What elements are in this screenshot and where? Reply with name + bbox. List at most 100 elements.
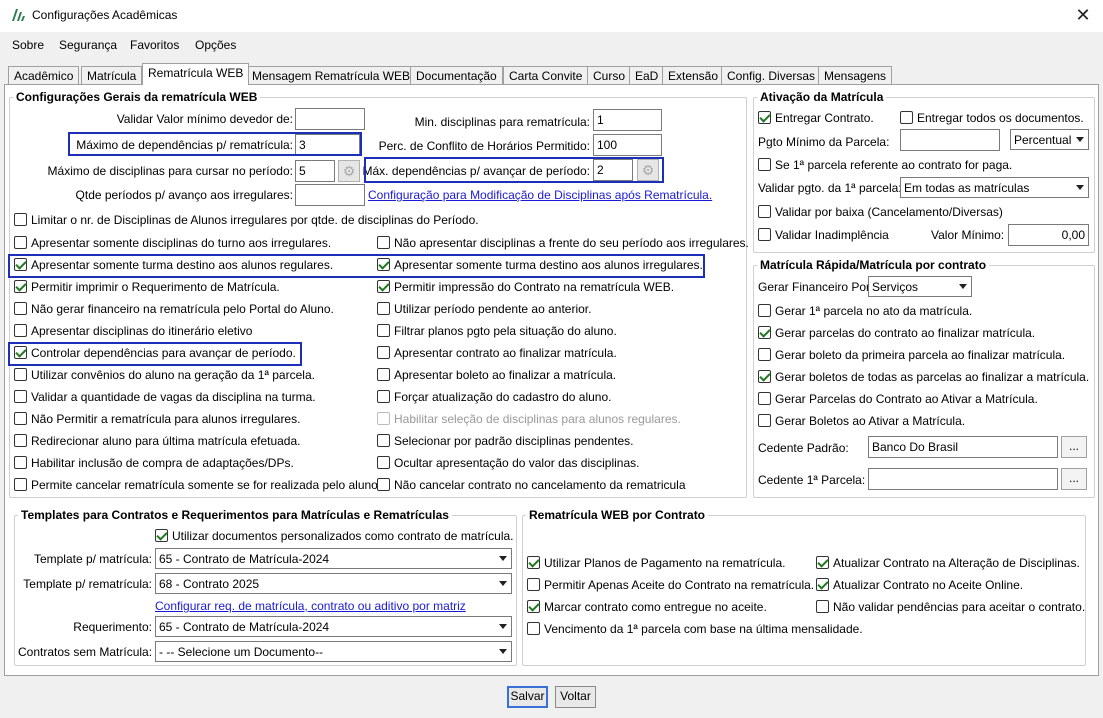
gerar-financeiro-select[interactable]: Serviços <box>868 276 972 297</box>
geral-left-checkbox-permite-cancelar-rematricula-somente-se-[interactable] <box>14 478 27 491</box>
salvar-button[interactable]: Salvar <box>507 686 548 708</box>
highlight-max-dependencias <box>68 132 362 156</box>
contrato-left-label-utilizar-planos-de-pagamento-na-rematric: Utilizar Planos de Pagamento na rematríc… <box>544 556 786 570</box>
utilizar-documentos-checkbox[interactable] <box>155 529 168 542</box>
highlight-turma-destino <box>8 254 705 278</box>
validar-pgto-select[interactable]: Em todas as matrículas <box>900 177 1089 198</box>
tab-rematricula-web[interactable]: Rematrícula WEB <box>142 63 250 85</box>
percentual-select-value: Percentual <box>1014 133 1072 147</box>
chevron-down-icon <box>499 556 507 561</box>
app-logo-icon <box>12 9 25 21</box>
menu-favoritos[interactable]: Favoritos <box>130 38 179 52</box>
cedente-parcela-browse-button[interactable]: ... <box>1061 468 1087 490</box>
geral-right-checkbox-forcar-atualizacao-do-cadastro-do-aluno[interactable] <box>377 390 390 403</box>
valor-minimo-label: Validar Valor mínimo devedor de: <box>116 112 293 126</box>
validar-inadimplencia-label: Validar Inadimplência <box>775 228 889 242</box>
validar-baixa-checkbox[interactable] <box>758 205 771 218</box>
contrato-left-label-marcar-contrato-como-entregue-no-aceite: Marcar contrato como entregue no aceite. <box>544 600 767 614</box>
geral-right-checkbox-selecionar-por-padrao-disciplinas-penden[interactable] <box>377 434 390 447</box>
geral-left-label-utilizar-convenios-do-aluno-na-geracao-d: Utilizar convênios do aluno na geração d… <box>31 368 315 382</box>
rapida-checkbox-gerar-boleto-da-primeira-parcela-ao-fina[interactable] <box>758 348 771 361</box>
max-disciplinas-label: Máximo de disciplinas para cursar no per… <box>47 164 293 178</box>
entregar-contrato-checkbox[interactable] <box>758 111 771 124</box>
valor-minimo-ativ-input[interactable]: 0,00 <box>1008 224 1089 246</box>
tab-curso[interactable]: Curso <box>587 66 632 85</box>
geral-left-checkbox-apresentar-somente-disciplinas-do-turno-[interactable] <box>14 236 27 249</box>
entregar-todos-checkbox[interactable] <box>900 111 913 124</box>
contrato-left-checkbox-permitir-apenas-aceite-do-contrato-na-re[interactable] <box>527 578 540 591</box>
percentual-select[interactable]: Percentual <box>1010 129 1089 150</box>
geral-right-checkbox-apresentar-boleto-ao-finalizar-a-matricu[interactable] <box>377 368 390 381</box>
contrato-right-label-atualizar-contrato-na-alteracao-de-disci: Atualizar Contrato na Alteração de Disci… <box>833 556 1080 570</box>
geral-right-checkbox-utilizar-periodo-pendente-ao-anterior[interactable] <box>377 302 390 315</box>
geral-right-checkbox-filtrar-planos-pgto-pela-situacao-do-alu[interactable] <box>377 324 390 337</box>
geral-right-checkbox-permitir-impressao-do-contrato-na-rematr[interactable] <box>377 280 390 293</box>
chevron-down-icon <box>499 649 507 654</box>
contrato-left-checkbox-utilizar-planos-de-pagamento-na-rematric[interactable] <box>527 556 540 569</box>
menu-seguranca[interactable]: Segurança <box>59 38 117 52</box>
template-rematricula-select[interactable]: 68 - Contrato 2025 <box>155 573 512 594</box>
template-matricula-select[interactable]: 65 - Contrato de Matrícula-2024 <box>155 548 512 569</box>
configurar-req-link[interactable]: Configurar req. de matrícula, contrato o… <box>155 599 466 613</box>
valor-minimo-input[interactable] <box>295 108 365 130</box>
tab-ead[interactable]: EaD <box>629 66 665 85</box>
geral-left-label-nao-permitir-a-rematricula-para-alunos-i: Não Permitir a rematrícula para alunos i… <box>31 412 301 426</box>
contrato-right-checkbox-atualizar-contrato-no-aceite-online[interactable] <box>816 578 829 591</box>
contrato-left-checkbox-marcar-contrato-como-entregue-no-aceite[interactable] <box>527 600 540 613</box>
contrato-right-checkbox-nao-validar-pendencias-para-aceitar-o-co[interactable] <box>816 600 829 613</box>
limitar-checkbox[interactable] <box>14 213 27 226</box>
geral-left-checkbox-habilitar-inclusao-de-compra-de-adaptaco[interactable] <box>14 456 27 469</box>
rapida-checkbox-gerar-boletos-de-todas-as-parcelas-ao-fi[interactable] <box>758 370 771 383</box>
contrato-left-checkbox-vencimento-da-1-parcela-com-base-na-ulti[interactable] <box>527 622 540 635</box>
close-icon[interactable]: ✕ <box>1071 4 1095 26</box>
rapida-label-gerar-boletos-ao-ativar-a-matricula: Gerar Boletos ao Ativar a Matrícula. <box>775 414 966 428</box>
qtde-periodos-input[interactable] <box>295 184 365 206</box>
min-disciplinas-input[interactable]: 1 <box>593 109 662 131</box>
utilizar-documentos-label: Utilizar documentos personalizados como … <box>172 529 514 543</box>
se-parcela-checkbox[interactable] <box>758 158 771 171</box>
geral-right-checkbox-nao-apresentar-disciplinas-a-frente-do-s[interactable] <box>377 236 390 249</box>
tab-config-diversas[interactable]: Config. Diversas <box>721 66 822 85</box>
rapida-checkbox-gerar-parcelas-do-contrato-ao-finalizar-[interactable] <box>758 326 771 339</box>
tab-extensao[interactable]: Extensão <box>662 66 725 85</box>
geral-left-checkbox-apresentar-disciplinas-do-itinerario-ele[interactable] <box>14 324 27 337</box>
cedente-padrao-browse-button[interactable]: ... <box>1061 436 1087 458</box>
contratos-sem-matricula-select[interactable]: - -- Selecione um Documento-- <box>155 641 512 662</box>
cedente-parcela-label: Cedente 1ª Parcela: <box>758 473 866 487</box>
config-modificacao-link[interactable]: Configuração para Modificação de Discipl… <box>368 188 712 202</box>
geral-left-checkbox-nao-gerar-financeiro-na-rematricula-pelo[interactable] <box>14 302 27 315</box>
bottom-bar <box>0 680 1103 718</box>
cedente-padrao-input[interactable]: Banco Do Brasil <box>868 436 1058 458</box>
geral-right-checkbox-ocultar-apresentacao-do-valor-das-discip[interactable] <box>377 456 390 469</box>
menu-opcoes[interactable]: Opções <box>195 38 236 52</box>
max-disciplinas-input[interactable]: 5 <box>295 160 335 182</box>
geral-left-checkbox-permitir-imprimir-o-requerimento-de-matr[interactable] <box>14 280 27 293</box>
rapida-checkbox-gerar-boletos-ao-ativar-a-matricula[interactable] <box>758 414 771 427</box>
cedente-parcela-input[interactable] <box>868 468 1058 490</box>
geral-left-checkbox-validar-a-quantidade-de-vagas-da-discipl[interactable] <box>14 390 27 403</box>
rapida-checkbox-gerar-1-parcela-no-ato-da-matricula[interactable] <box>758 304 771 317</box>
requerimento-select[interactable]: 65 - Contrato de Matrícula-2024 <box>155 616 512 637</box>
geral-left-checkbox-utilizar-convenios-do-aluno-na-geracao-d[interactable] <box>14 368 27 381</box>
tab-documentacao[interactable]: Documentação <box>410 66 503 85</box>
geral-right-label-filtrar-planos-pgto-pela-situacao-do-alu: Filtrar planos pgto pela situação do alu… <box>394 324 617 338</box>
geral-right-checkbox-apresentar-contrato-ao-finalizar-matricu[interactable] <box>377 346 390 359</box>
voltar-button[interactable]: Voltar <box>555 686 596 708</box>
validar-inadimplencia-checkbox[interactable] <box>758 228 771 241</box>
contrato-right-checkbox-atualizar-contrato-na-alteracao-de-disci[interactable] <box>816 556 829 569</box>
pgto-minimo-input[interactable] <box>900 129 1000 151</box>
tab-carta-convite[interactable]: Carta Convite <box>503 66 589 85</box>
geral-left-checkbox-nao-permitir-a-rematricula-para-alunos-i[interactable] <box>14 412 27 425</box>
perc-conflito-input[interactable]: 100 <box>593 134 662 156</box>
contrato-left-label-vencimento-da-1-parcela-com-base-na-ulti: Vencimento da 1ª parcela com base na últ… <box>544 622 863 636</box>
limitar-label: Limitar o nr. de Disciplinas de Alunos i… <box>31 213 479 227</box>
geral-right-checkbox-nao-cancelar-contrato-no-cancelamento-da[interactable] <box>377 478 390 491</box>
rapida-checkbox-gerar-parcelas-do-contrato-ao-ativar-a-m[interactable] <box>758 392 771 405</box>
max-disciplinas-gear-icon[interactable]: ⚙ <box>338 160 360 182</box>
tab-matricula[interactable]: Matrícula <box>81 66 143 85</box>
menu-sobre[interactable]: Sobre <box>12 38 44 52</box>
geral-left-checkbox-redirecionar-aluno-para-ultima-matricula[interactable] <box>14 434 27 447</box>
tab-mensagem-rematricula-web[interactable]: Mensagem Rematrícula WEB <box>246 66 417 85</box>
tab-academico[interactable]: Acadêmico <box>8 66 80 85</box>
tab-mensagens[interactable]: Mensagens <box>818 66 893 85</box>
